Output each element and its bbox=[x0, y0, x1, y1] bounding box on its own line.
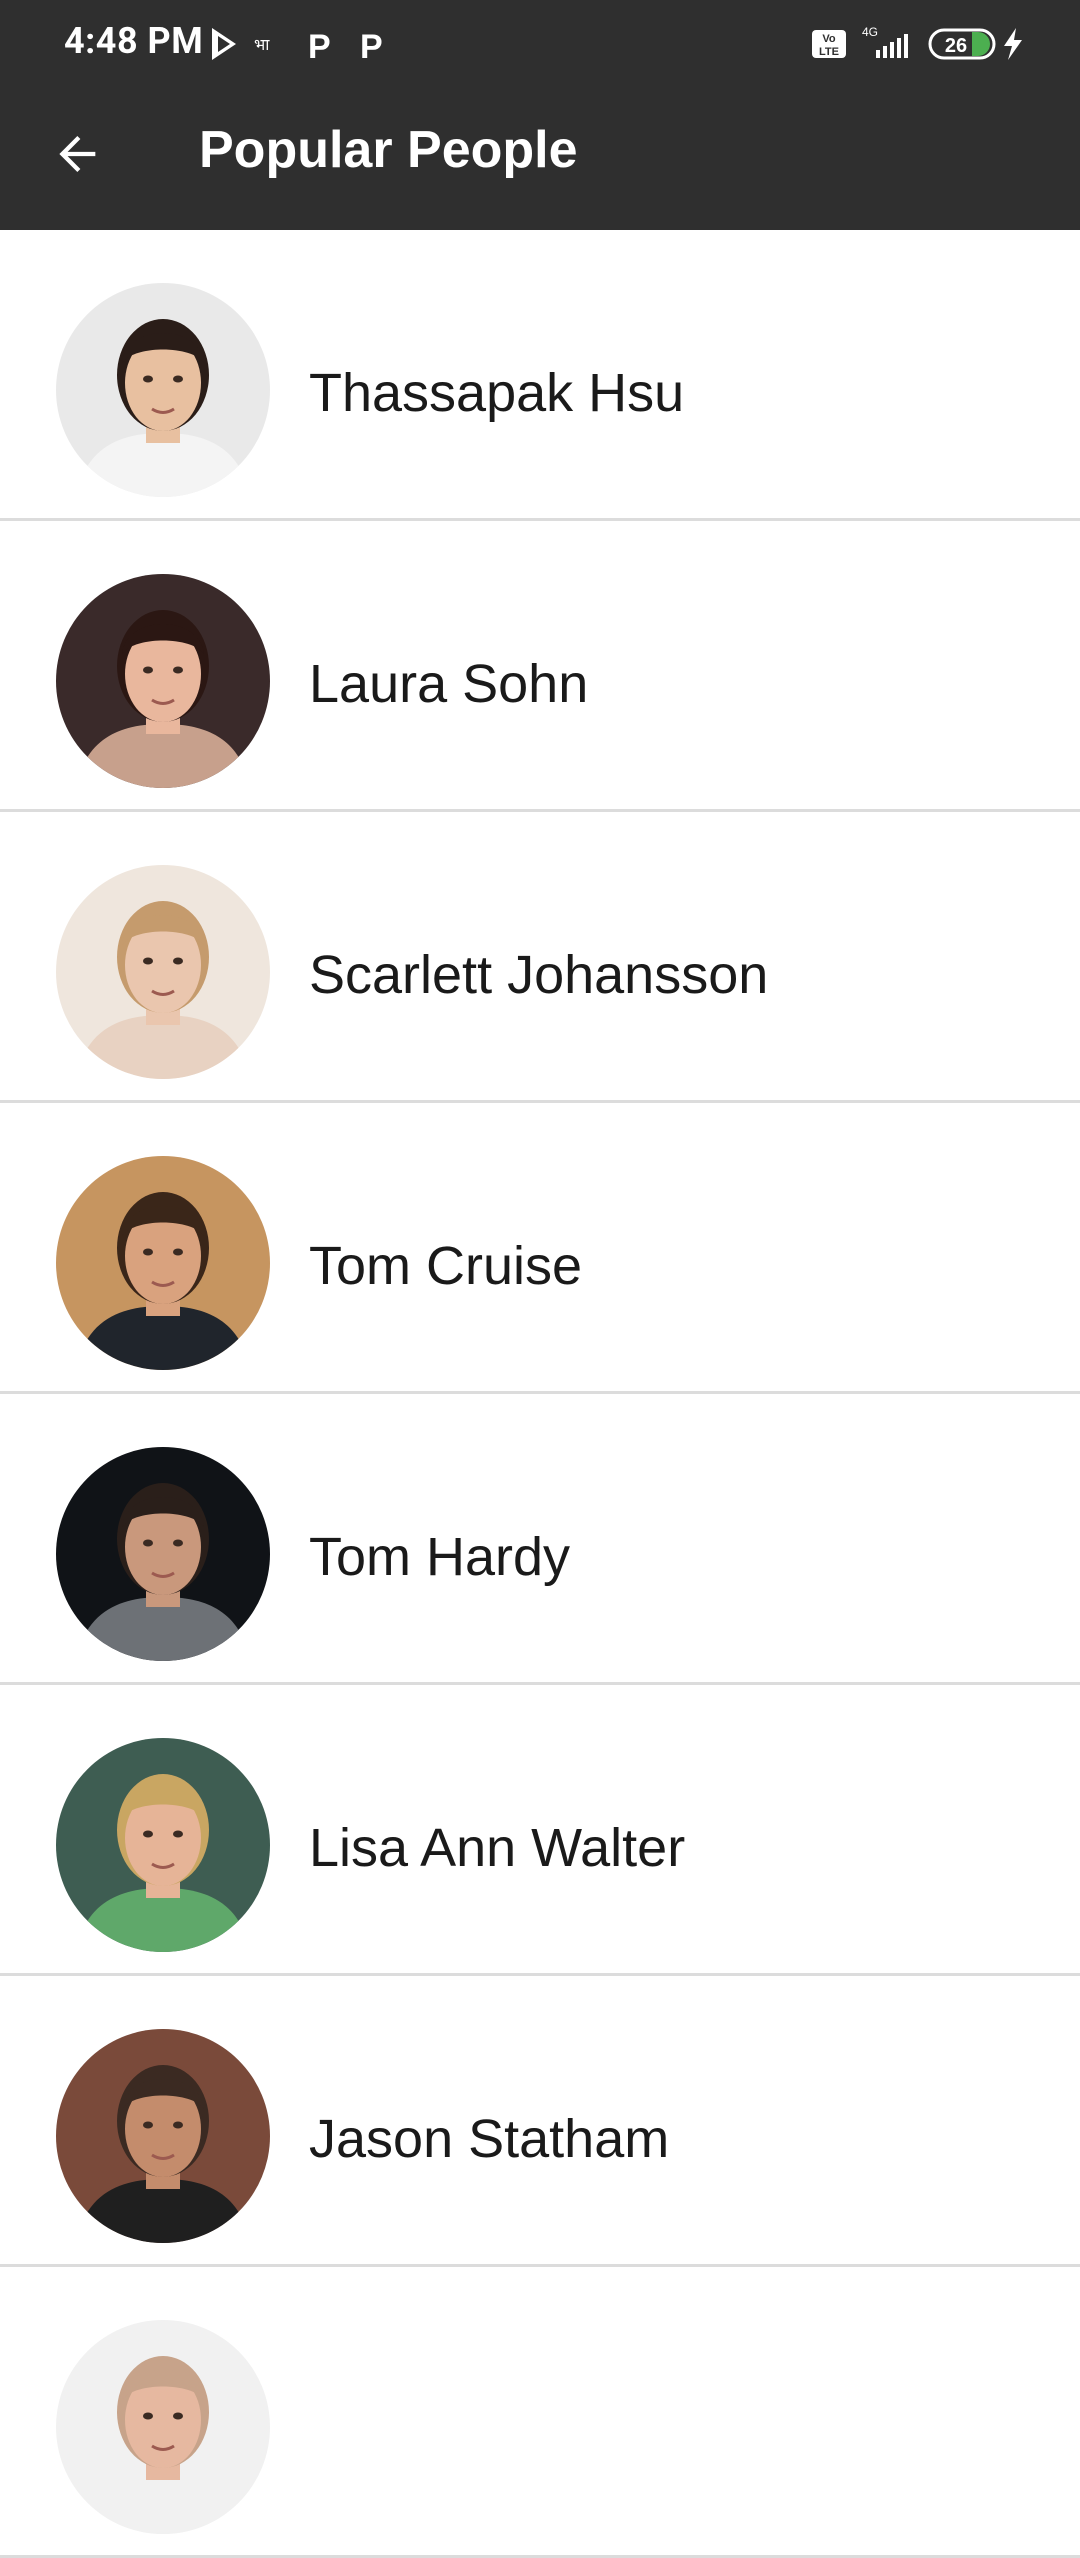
app-bar: Popular People bbox=[0, 76, 1080, 230]
status-time: 4:48 PM bbox=[64, 20, 204, 62]
list-item[interactable]: Scarlett Johansson bbox=[0, 812, 1080, 1103]
avatar bbox=[56, 1738, 270, 1952]
list-item[interactable]: Laura Sohn bbox=[0, 521, 1080, 812]
person-portrait-icon bbox=[56, 1156, 270, 1370]
person-name: Thassapak Hsu bbox=[309, 363, 685, 423]
p-app-icon-1: P bbox=[308, 28, 331, 64]
avatar bbox=[56, 2029, 270, 2243]
person-portrait-icon bbox=[56, 2320, 270, 2534]
charging-icon bbox=[1004, 28, 1022, 60]
list-item[interactable]: Tom Hardy bbox=[0, 1394, 1080, 1685]
person-name: Laura Sohn bbox=[309, 654, 589, 714]
person-portrait-icon bbox=[56, 1447, 270, 1661]
avatar bbox=[56, 1447, 270, 1661]
avatar bbox=[56, 2320, 270, 2534]
list-item[interactable]: Lisa Ann Walter bbox=[0, 1685, 1080, 1976]
news-app-icon: भा bbox=[254, 35, 270, 54]
person-portrait-icon bbox=[56, 865, 270, 1079]
arrow-left-icon bbox=[59, 136, 96, 172]
person-name: Lisa Ann Walter bbox=[309, 1818, 686, 1878]
p-app-icon-2: P bbox=[360, 28, 383, 64]
list-item[interactable] bbox=[0, 2267, 1080, 2558]
person-portrait-icon bbox=[56, 574, 270, 788]
signal-icon bbox=[876, 34, 908, 58]
network-type-icon: 4G bbox=[862, 25, 878, 39]
person-portrait-icon bbox=[56, 2029, 270, 2243]
avatar bbox=[56, 574, 270, 788]
person-portrait-icon bbox=[56, 283, 270, 497]
person-name: Tom Hardy bbox=[309, 1527, 571, 1587]
svg-text:LTE: LTE bbox=[819, 46, 839, 58]
person-portrait-icon bbox=[56, 1738, 270, 1952]
avatar bbox=[56, 283, 270, 497]
notification-icons: भा P P bbox=[212, 28, 383, 64]
system-icons: Vo LTE 4G 26 bbox=[812, 25, 1022, 60]
person-name: Jason Statham bbox=[309, 2109, 670, 2169]
list-item[interactable]: Thassapak Hsu bbox=[0, 230, 1080, 521]
avatar bbox=[56, 865, 270, 1079]
status-bar: 4:48 PM भा P P Vo LTE 4G 26 bbox=[0, 0, 1080, 76]
back-button[interactable] bbox=[40, 116, 116, 192]
page-title: Popular People bbox=[199, 121, 578, 179]
battery-level: 26 bbox=[945, 35, 967, 57]
person-name: Tom Cruise bbox=[309, 1236, 583, 1296]
person-name: Scarlett Johansson bbox=[309, 945, 769, 1005]
people-list: Thassapak Hsu Laura Sohn Scarlett Johansso… bbox=[0, 230, 1080, 2558]
svg-text:Vo: Vo bbox=[822, 33, 836, 45]
avatar bbox=[56, 1156, 270, 1370]
list-item[interactable]: Tom Cruise bbox=[0, 1103, 1080, 1394]
list-item[interactable]: Jason Statham bbox=[0, 1976, 1080, 2267]
